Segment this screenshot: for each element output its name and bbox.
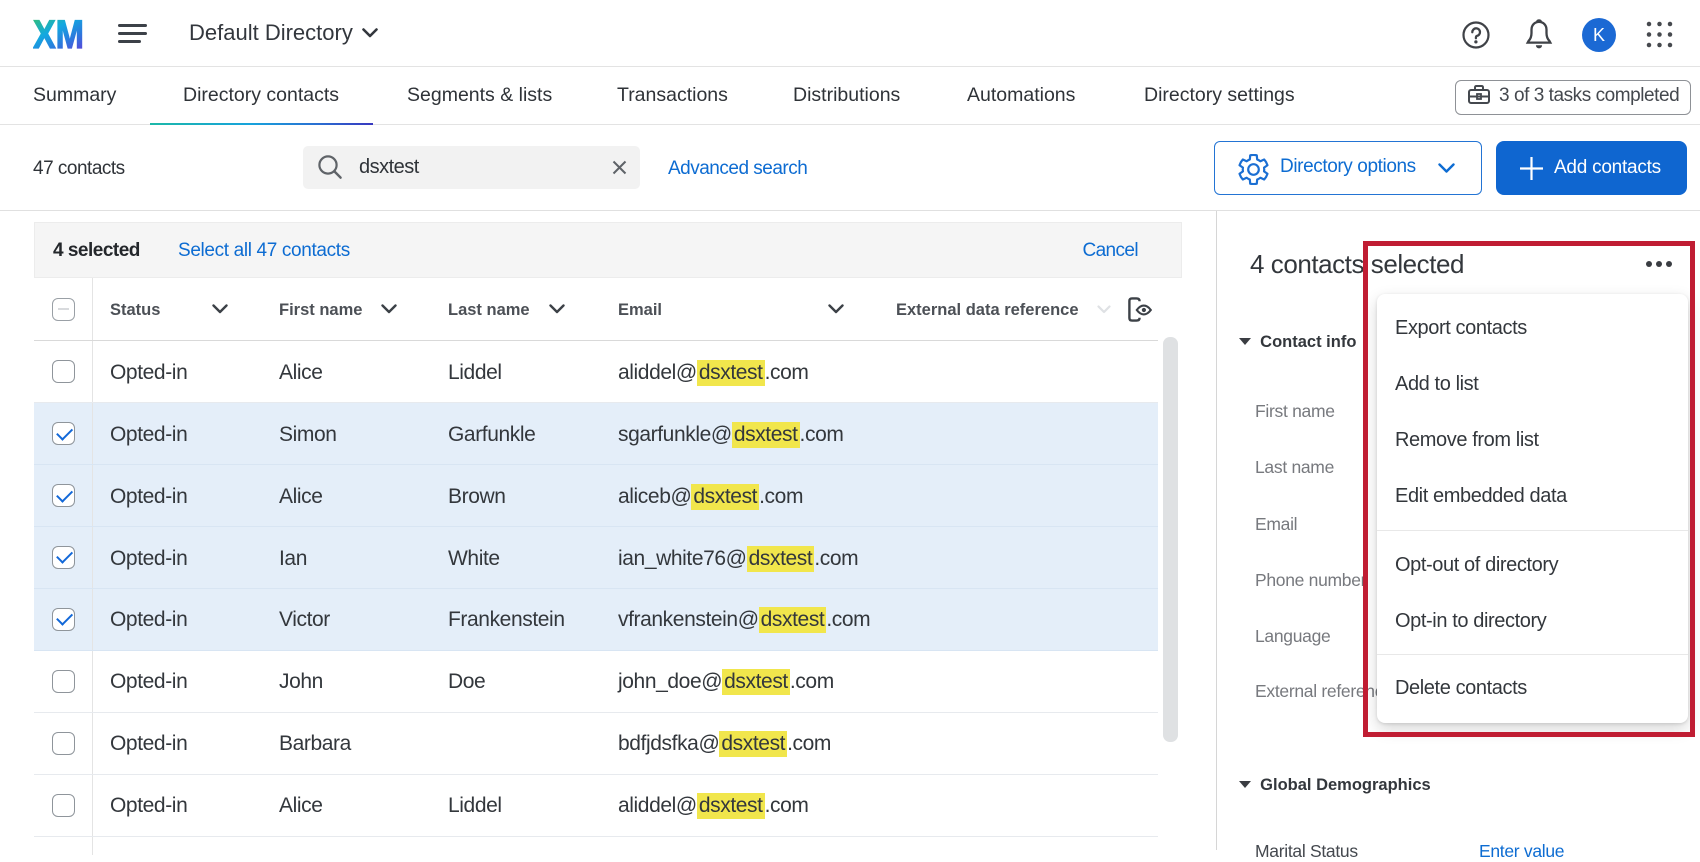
svg-text:XM: XM [33, 17, 84, 53]
